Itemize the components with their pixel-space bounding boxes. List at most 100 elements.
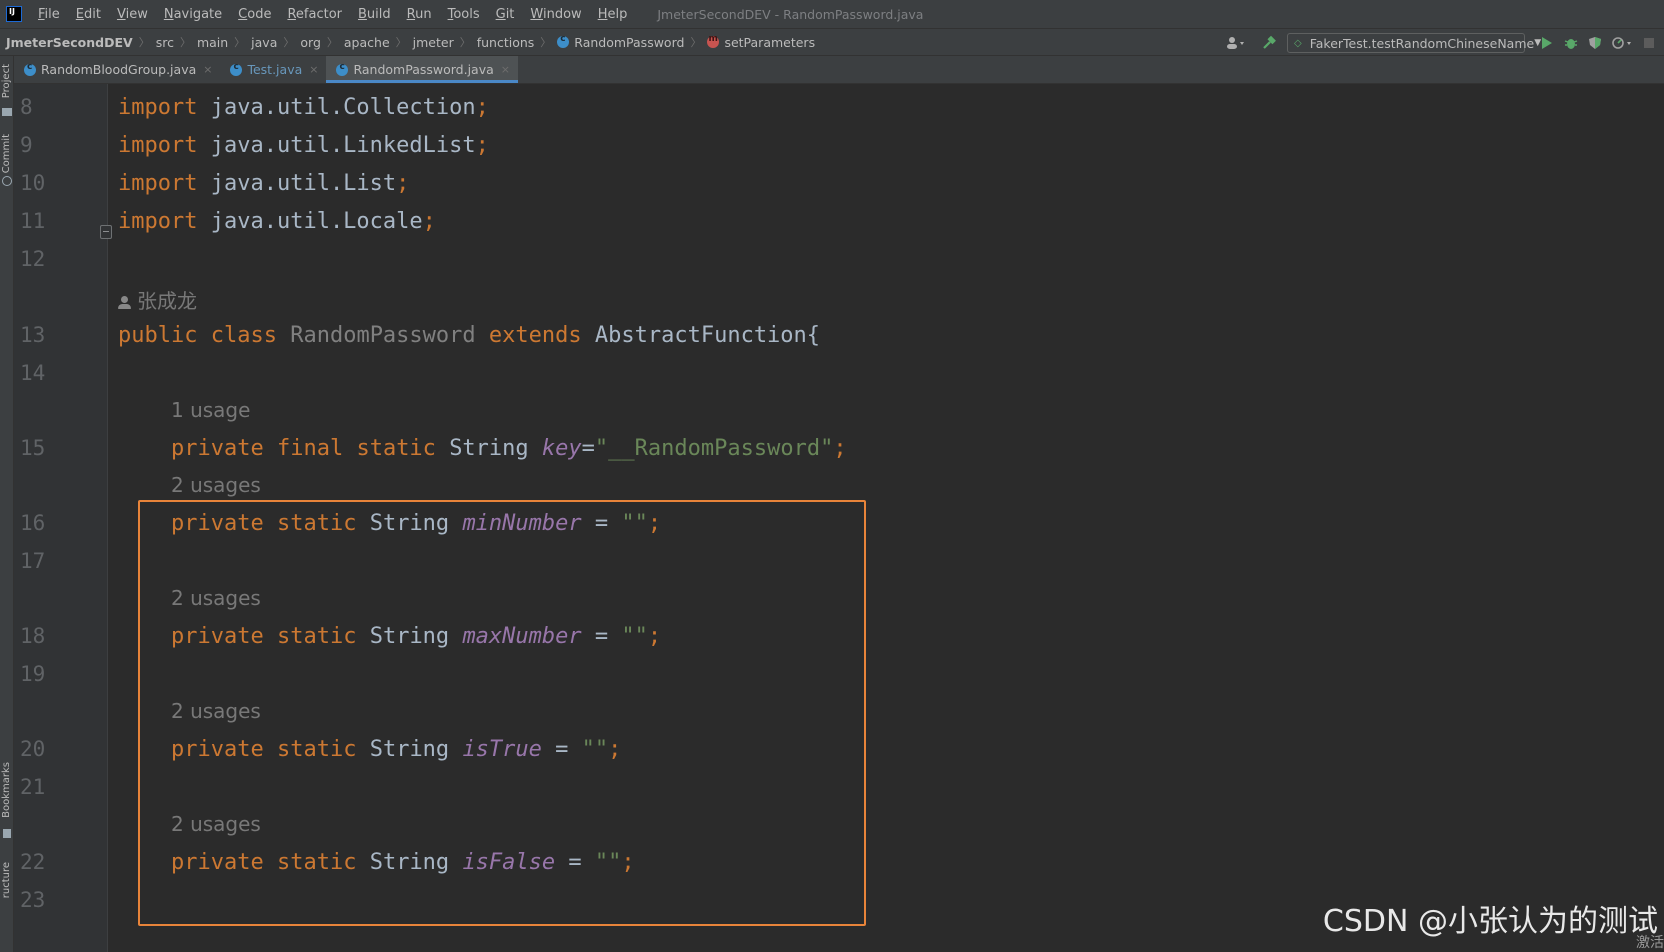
breadcrumb-separator-icon: 〉 (540, 36, 552, 49)
menu-item-view[interactable]: View (109, 7, 156, 22)
intellij-logo-icon (6, 6, 22, 22)
line-number: 22 (20, 850, 46, 874)
breadcrumb-item-jmeter[interactable]: jmeter (409, 35, 458, 50)
class-icon (336, 62, 349, 76)
line-number: 11 (20, 209, 46, 233)
code-line-field: private final static String key="__Rando… (171, 436, 847, 461)
breadcrumb-method[interactable]: setParameters (703, 34, 819, 50)
build-hammer-icon[interactable] (1258, 32, 1280, 54)
code-line-class-declaration: public class RandomPassword extends Abst… (118, 323, 821, 348)
class-icon (557, 34, 570, 48)
line-number: 10 (20, 171, 46, 195)
tab-label: Test.java (247, 62, 303, 77)
breadcrumb-separator-icon: 〉 (283, 36, 295, 49)
menu-item-code[interactable]: Code (230, 7, 279, 22)
breadcrumb: src 〉 main 〉 java 〉 org 〉 apache 〉 jmeter 〉 function… (152, 34, 554, 50)
menu-item-window[interactable]: Window (522, 7, 589, 22)
editor-tab-bar: RandomBloodGroup.java × Test.java × Rand… (14, 56, 1664, 84)
breadcrumb-separator-icon: 〉 (234, 36, 246, 49)
activation-watermark: 激活 (1636, 935, 1664, 951)
project-tool-tab[interactable]: Project (0, 64, 14, 98)
menu-item-edit[interactable]: Edit (68, 7, 109, 22)
toolbar: ◇ FakerTest.testRandomChineseName ▼ (1220, 29, 1664, 57)
author-name: 张成龙 (137, 289, 197, 313)
tab-test[interactable]: Test.java × (220, 56, 326, 83)
menu-item-refactor[interactable]: Refactor (279, 7, 350, 22)
bookmarks-tool-tab[interactable]: Bookmarks (0, 762, 14, 818)
csdn-watermark: CSDN @小张认为的测试 (1322, 904, 1658, 939)
code-line-import: import java.util.Locale; (118, 209, 436, 234)
menu-item-file[interactable]: File (30, 7, 68, 22)
editor-gutter[interactable]: 8 9 10 11 12 13 14 15 16 17 18 19 20 21 … (14, 84, 112, 952)
line-number: 14 (20, 361, 46, 385)
profiler-icon[interactable] (1608, 32, 1636, 54)
navigation-bar: JmeterSecondDEV 〉 src 〉 main 〉 java 〉 org 〉 apac… (0, 28, 1664, 56)
menu-items: File Edit View Navigate Code Refactor Build Run… (30, 7, 635, 22)
run-configuration-select[interactable]: ◇ FakerTest.testRandomChineseName ▼ (1287, 33, 1541, 53)
tab-random-blood-group[interactable]: RandomBloodGroup.java × (14, 56, 220, 83)
line-number: 19 (20, 662, 46, 686)
line-number: 13 (20, 323, 46, 347)
menu-item-tools[interactable]: Tools (440, 7, 488, 22)
close-icon[interactable]: × (501, 63, 510, 76)
menu-item-run[interactable]: Run (399, 7, 440, 22)
breadcrumb-item-java[interactable]: java (247, 35, 281, 50)
menu-bar: FileEditViewNavigateCodeRefactorBuildRun… (0, 0, 1664, 28)
breadcrumb-item-functions[interactable]: functions (473, 35, 539, 50)
breadcrumb-class[interactable]: RandomPassword (553, 34, 688, 50)
breadcrumb-separator-icon: 〉 (326, 36, 338, 49)
line-number: 9 (20, 133, 33, 157)
test-config-icon: ◇ (1294, 37, 1302, 49)
breadcrumb-project[interactable]: JmeterSecondDEV (0, 35, 137, 50)
run-icon[interactable] (1536, 32, 1558, 54)
breadcrumb-method-label: setParameters (724, 34, 816, 50)
menu-item-git[interactable]: Git (488, 7, 523, 22)
method-icon (707, 34, 720, 48)
breadcrumb-item-apache[interactable]: apache (340, 35, 394, 50)
line-number: 8 (20, 95, 33, 119)
usage-inlay-hint[interactable]: 2 usages (171, 473, 261, 497)
breadcrumb-separator-icon: 〉 (179, 36, 191, 49)
author-inlay-hint[interactable]: 张成龙 (118, 285, 197, 314)
user-account-icon[interactable] (1221, 32, 1251, 54)
code-line-import: import java.util.LinkedList; (118, 133, 489, 158)
commit-tool-tab[interactable]: Commit (0, 134, 14, 173)
left-tool-window-strip: Project Commit Bookmarks ructure (0, 56, 14, 952)
menu-item-navigate[interactable]: Navigate (156, 7, 230, 22)
line-number: 20 (20, 737, 46, 761)
class-icon (24, 62, 36, 76)
breadcrumb-separator-icon: 〉 (395, 36, 407, 49)
breadcrumb-separator-icon: 〉 (138, 36, 150, 49)
close-icon[interactable]: × (203, 63, 212, 76)
tab-label: RandomBloodGroup.java (41, 62, 197, 77)
run-configuration-label: FakerTest.testRandomChineseName (1309, 35, 1535, 51)
structure-tool-tab[interactable]: ructure (0, 862, 14, 898)
coverage-icon[interactable] (1584, 32, 1606, 54)
close-icon[interactable]: × (309, 63, 318, 76)
commit-icon (2, 176, 12, 186)
folder-icon (2, 108, 12, 116)
breadcrumb-separator-icon: 〉 (459, 36, 471, 49)
menu-item-build[interactable]: Build (350, 7, 399, 22)
window-title: JmeterSecondDEV - RandomPassword.java (657, 6, 924, 22)
breadcrumb-item-src[interactable]: src (152, 35, 178, 50)
tab-label: RandomPassword.java (353, 62, 494, 77)
bookmark-icon (3, 829, 11, 838)
debug-icon[interactable] (1560, 32, 1582, 54)
user-icon (118, 296, 131, 309)
menu-item-help[interactable]: Help (590, 7, 636, 22)
breadcrumb-class-label: RandomPassword (574, 34, 685, 50)
breadcrumb-item-main[interactable]: main (193, 35, 232, 50)
fold-marker-icon[interactable] (100, 225, 112, 239)
annotation-highlight-box (138, 500, 866, 926)
usage-inlay-hint[interactable]: 1 usage (171, 398, 250, 422)
class-icon (230, 62, 243, 76)
breadcrumb-item-org[interactable]: org (296, 35, 325, 50)
tab-random-password[interactable]: RandomPassword.java × (326, 56, 518, 83)
code-line-import: import java.util.List; (118, 171, 410, 196)
line-number: 12 (20, 247, 46, 271)
line-number: 18 (20, 624, 46, 648)
stop-icon[interactable] (1638, 32, 1660, 54)
line-number: 16 (20, 511, 46, 535)
line-number: 17 (20, 549, 46, 573)
